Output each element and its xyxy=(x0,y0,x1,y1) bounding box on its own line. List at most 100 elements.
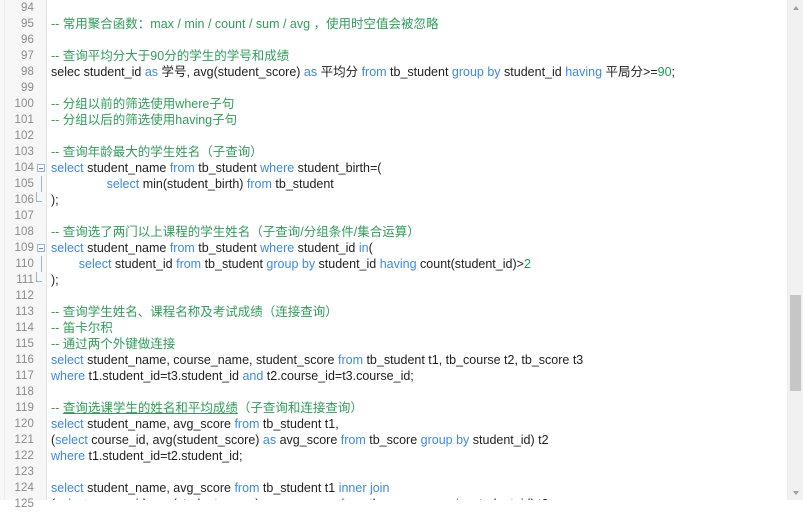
code-line[interactable] xyxy=(51,464,787,480)
code-token: t2.course_id=t3.course_id; xyxy=(263,369,414,383)
sql-code-editor[interactable]: 94 95 96 97 98 99 100 101 102 103 104 105 106 107 108 1… xyxy=(0,0,803,510)
line-number: 119 xyxy=(15,402,34,414)
line-number: 102 xyxy=(14,130,34,142)
code-line[interactable]: -- 分组以后的筛选使用having子句 xyxy=(51,112,787,128)
line-number: 125 xyxy=(14,498,34,510)
fold-end-icon[interactable] xyxy=(36,192,42,202)
gutter-row[interactable]: 124 xyxy=(5,480,46,496)
gutter-row[interactable]: 97 xyxy=(5,48,46,64)
gutter-row[interactable]: 108 xyxy=(5,224,46,240)
gutter-row[interactable]: 105 xyxy=(5,176,46,192)
code-token: tb_student xyxy=(194,161,261,175)
code-line[interactable]: where t1.student_id=t3.student_id and t2… xyxy=(51,368,787,384)
code-line[interactable] xyxy=(51,208,787,224)
code-line[interactable]: select student_name from tb_student wher… xyxy=(51,240,787,256)
code-line[interactable]: ); xyxy=(51,272,787,288)
code-token: 学号, avg(student_score) xyxy=(158,65,304,79)
gutter-row[interactable]: 125 xyxy=(5,496,46,512)
gutter-row[interactable]: 101 xyxy=(5,112,46,128)
code-token: student_id xyxy=(111,257,177,271)
gutter-row[interactable]: 96 xyxy=(5,32,46,48)
gutter-row[interactable]: 119 xyxy=(5,400,46,416)
code-token: where xyxy=(51,369,86,383)
code-line[interactable]: -- 查询选课学生的姓名和平均成绩（子查询和连接查询） xyxy=(51,400,787,416)
code-line[interactable]: -- 查询学生姓名、课程名称及考试成绩（连接查询） xyxy=(51,304,787,320)
code-line[interactable]: select min(student_birth) from tb_studen… xyxy=(51,176,787,192)
code-token: student_name xyxy=(83,161,170,175)
code-line[interactable]: -- 查询选了两门以上课程的学生姓名（子查询/分组条件/集合运算） xyxy=(51,224,787,240)
code-line[interactable]: -- 查询平均分大于90分的学生的学号和成绩 xyxy=(51,48,787,64)
code-text-area[interactable]: -- 常用聚合函数：max / min / count / sum / avg … xyxy=(47,0,787,500)
code-line[interactable] xyxy=(51,0,787,16)
code-token: select xyxy=(51,353,84,367)
code-token: and xyxy=(242,369,264,383)
code-line[interactable] xyxy=(51,384,787,400)
code-token: having xyxy=(379,257,417,271)
code-line[interactable]: (select course_id, avg(student_score) as… xyxy=(51,432,787,448)
gutter-row[interactable]: 103 xyxy=(5,144,46,160)
code-token: tb_score xyxy=(365,433,421,447)
line-number-gutter[interactable]: 94 95 96 97 98 99 100 101 102 103 104 105 106 107 108 1… xyxy=(5,0,46,510)
code-line[interactable] xyxy=(51,288,787,304)
scrollbar-thumb[interactable] xyxy=(790,295,801,391)
gutter-row[interactable]: 107 xyxy=(5,208,46,224)
fold-end-icon[interactable] xyxy=(36,272,42,282)
code-token: student_id xyxy=(294,241,359,255)
code-line[interactable]: select student_name, avg_score from tb_s… xyxy=(51,480,787,496)
gutter-row[interactable]: 118 xyxy=(5,384,46,400)
line-number: 112 xyxy=(15,290,34,302)
gutter-row[interactable]: 123 xyxy=(5,464,46,480)
code-line[interactable]: ); xyxy=(51,192,787,208)
gutter-row[interactable]: 106 xyxy=(5,192,46,208)
vertical-scrollbar[interactable] xyxy=(787,0,803,500)
gutter-row[interactable]: 110 xyxy=(5,256,46,272)
line-number: 108 xyxy=(14,226,34,238)
gutter-row[interactable]: 115 xyxy=(5,336,46,352)
code-line[interactable]: select student_id from tb_student group … xyxy=(51,256,787,272)
gutter-row[interactable]: 120 xyxy=(5,416,46,432)
code-line[interactable]: selec student_id as 学号, avg(student_scor… xyxy=(51,64,787,80)
fold-collapse-icon[interactable] xyxy=(37,244,45,252)
code-token: （子查询和连接查询） xyxy=(237,401,363,415)
code-line[interactable]: -- 分组以前的筛选使用where子句 xyxy=(51,96,787,112)
gutter-row[interactable]: 109 xyxy=(5,240,46,256)
gutter-row[interactable]: 114 xyxy=(5,320,46,336)
fold-collapse-icon[interactable] xyxy=(37,164,45,172)
code-token: ( xyxy=(368,241,373,255)
gutter-row[interactable]: 94 xyxy=(5,0,46,16)
code-line[interactable] xyxy=(51,80,787,96)
line-number: 122 xyxy=(14,450,34,462)
code-token: group by xyxy=(451,65,501,79)
gutter-row[interactable]: 116 xyxy=(5,352,46,368)
code-line[interactable]: (select course_id, avg(student_score) as… xyxy=(51,496,787,500)
code-line[interactable]: -- 通过两个外键做连接 xyxy=(51,336,787,352)
gutter-row[interactable]: 104 xyxy=(5,160,46,176)
code-token: -- 查询年龄最大的学生姓名（子查询） xyxy=(51,145,263,159)
code-line[interactable]: select student_name from tb_student wher… xyxy=(51,160,787,176)
scroll-down-arrow-icon[interactable] xyxy=(788,485,803,500)
code-line[interactable]: select student_name, avg_score from tb_s… xyxy=(51,416,787,432)
code-line[interactable]: where t1.student_id=t2.student_id; xyxy=(51,448,787,464)
code-line[interactable]: -- 笛卡尔积 xyxy=(51,320,787,336)
code-line[interactable] xyxy=(51,32,787,48)
gutter-row[interactable]: 111 xyxy=(5,272,46,288)
gutter-row[interactable]: 113 xyxy=(5,304,46,320)
gutter-row[interactable]: 98 xyxy=(5,64,46,80)
code-line[interactable] xyxy=(51,128,787,144)
gutter-row[interactable]: 117 xyxy=(5,368,46,384)
gutter-row[interactable]: 112 xyxy=(5,288,46,304)
gutter-row[interactable]: 122 xyxy=(5,448,46,464)
code-line[interactable]: -- 常用聚合函数：max / min / count / sum / avg … xyxy=(51,16,787,32)
gutter-row[interactable]: 121 xyxy=(5,432,46,448)
code-line[interactable]: select student_name, course_name, studen… xyxy=(51,352,787,368)
code-line[interactable]: -- 查询年龄最大的学生姓名（子查询） xyxy=(51,144,787,160)
scroll-up-arrow-icon[interactable] xyxy=(788,0,803,15)
gutter-row[interactable]: 100 xyxy=(5,96,46,112)
code-token: inner join xyxy=(338,481,390,495)
code-token: where xyxy=(51,449,86,463)
gutter-row[interactable]: 99 xyxy=(5,80,46,96)
gutter-row[interactable]: 95 xyxy=(5,16,46,32)
gutter-row[interactable]: 102 xyxy=(5,128,46,144)
line-number: 114 xyxy=(15,322,34,334)
